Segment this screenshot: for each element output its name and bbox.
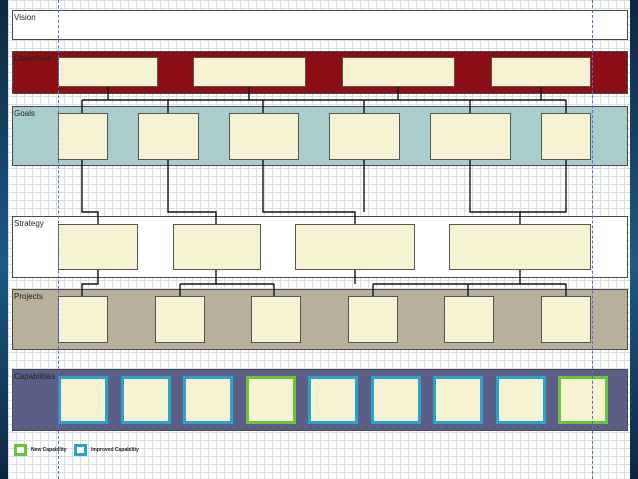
goal-box [329,113,400,160]
project-box [251,296,301,343]
objective-box [491,57,591,87]
improved-capability-box [371,376,421,424]
goal-box [138,113,199,160]
strategy-box [449,224,591,270]
objective-box [193,57,306,87]
goal-box [541,113,591,160]
legend-improved: Improved Capability [74,444,139,456]
goal-box [58,113,108,160]
new-capability-box [558,376,608,424]
improved-capability-box [496,376,546,424]
improved-capability-box [183,376,233,424]
new-capability-label: New Capability [31,447,67,453]
project-box [58,296,108,343]
goal-box [430,113,511,160]
improved-capability-box [58,376,108,424]
new-capability-swatch [14,444,27,456]
project-box [155,296,205,343]
improved-capability-box [433,376,483,424]
improved-capability-label: Improved Capability [91,447,139,453]
legend-new: New Capability [14,444,67,456]
strategy-box [58,224,138,270]
new-capability-box [246,376,296,424]
improved-capability-swatch [74,444,87,456]
project-box [348,296,398,343]
objective-box [342,57,455,87]
project-box [541,296,591,343]
project-box [444,296,494,343]
left-guide-line [58,0,59,479]
strategy-box [173,224,261,270]
objective-box [58,57,158,87]
strategy-box [295,224,415,270]
improved-capability-box [308,376,358,424]
goal-box [229,113,299,160]
improved-capability-box [121,376,171,424]
right-guide-line [592,0,593,479]
